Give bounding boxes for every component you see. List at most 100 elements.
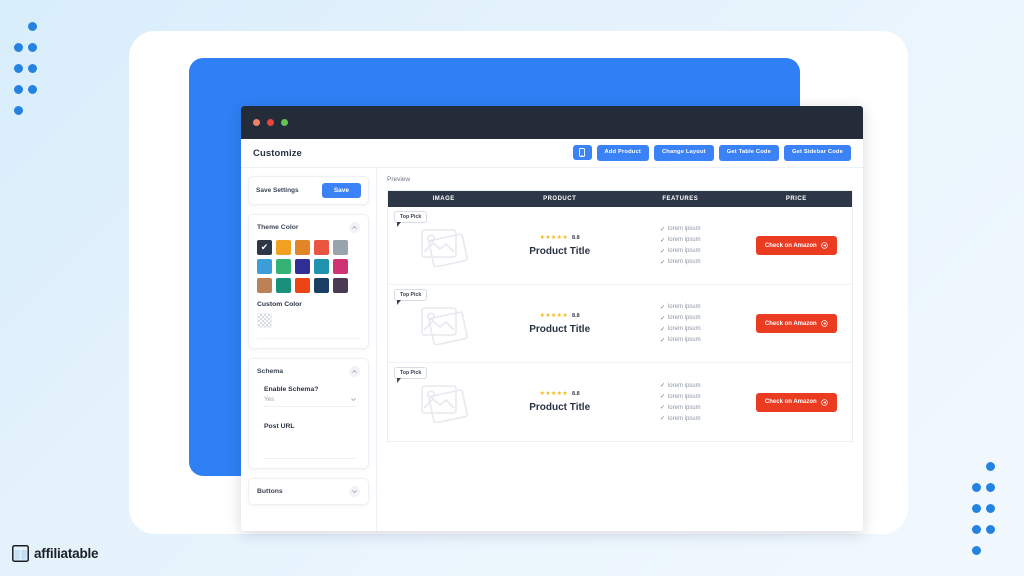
- app-toolbar: Customize Add Product Change Layout Get …: [241, 139, 863, 168]
- theme-swatch-6[interactable]: [276, 259, 291, 274]
- custom-color-swatch[interactable]: [257, 313, 272, 328]
- check-on-amazon-button[interactable]: Check on Amazon: [755, 392, 837, 412]
- theme-swatch-0[interactable]: ✔: [257, 240, 272, 255]
- close-icon[interactable]: [253, 119, 260, 126]
- check-icon: ✓: [659, 237, 665, 244]
- logo-text: affiliatable: [34, 546, 99, 561]
- table-row: Top Pick ★★★★★ 8.8 Product Title ✓ lorem…: [388, 363, 852, 441]
- product-image-cell: [388, 225, 499, 267]
- rating: ★★★★★ 8.8: [540, 235, 580, 241]
- theme-swatch-5[interactable]: [257, 259, 272, 274]
- check-icon: ✓: [659, 226, 665, 233]
- check-on-amazon-button[interactable]: Check on Amazon: [755, 236, 837, 255]
- star-rating-icon: ★★★★★: [539, 234, 569, 241]
- product-info-cell: ★★★★★ 8.8 Product Title: [499, 235, 620, 257]
- affiliatable-logo-icon: [12, 545, 29, 562]
- image-placeholder-icon: [420, 228, 468, 267]
- chevron-up-icon[interactable]: [349, 222, 360, 233]
- check-icon: ✓: [659, 416, 665, 422]
- top-pick-badge: Top Pick: [394, 211, 428, 227]
- buttons-section-header[interactable]: Buttons: [249, 479, 368, 504]
- column-header-features: FEATURES: [662, 196, 699, 202]
- feature-item: ✓ lorem ipsum: [660, 304, 701, 311]
- feature-list: ✓ lorem ipsum ✓ lorem ipsum ✓ lorem ipsu…: [659, 382, 701, 423]
- schema-header[interactable]: Schema: [249, 359, 368, 384]
- mobile-preview-button[interactable]: [572, 145, 592, 161]
- product-title: Product Title: [529, 323, 591, 335]
- theme-swatch-grid: ✔: [257, 240, 360, 293]
- feature-list: ✓ lorem ipsum ✓ lorem ipsum ✓ lorem ipsu…: [660, 226, 701, 266]
- minimize-icon[interactable]: [267, 119, 274, 126]
- feature-item: ✓ lorem ipsum: [660, 326, 701, 333]
- rating: ★★★★★ 8.8: [540, 391, 580, 397]
- chevron-up-icon[interactable]: [349, 366, 360, 377]
- star-rating-icon: ★★★★★: [539, 312, 569, 319]
- theme-swatch-4[interactable]: [333, 240, 348, 255]
- table-body: Top Pick ★★★★★ 8.8 Product Title ✓ lorem…: [388, 207, 852, 441]
- theme-color-header[interactable]: Theme Color: [249, 215, 368, 240]
- theme-swatch-14[interactable]: [333, 278, 348, 293]
- get-sidebar-code-button[interactable]: Get Sidebar Code: [783, 145, 851, 161]
- product-features-cell: ✓ lorem ipsum ✓ lorem ipsum ✓ lorem ipsu…: [620, 226, 741, 266]
- custom-color-label: Custom Color: [257, 301, 302, 308]
- enable-schema-select[interactable]: Yes: [264, 396, 356, 407]
- rating: ★★★★★ 8.8: [540, 313, 580, 319]
- column-header-image: IMAGE: [432, 196, 455, 202]
- get-table-code-button[interactable]: Get Table Code: [718, 145, 779, 161]
- theme-swatch-9[interactable]: [333, 259, 348, 274]
- check-icon: ✓: [659, 315, 665, 322]
- toolbar-actions: Add Product Change Layout Get Table Code…: [572, 145, 851, 161]
- brand-logo: affiliatable: [12, 545, 99, 562]
- check-icon: ✓: [659, 337, 665, 344]
- product-title: Product Title: [529, 402, 591, 413]
- column-header-product: PRODUCT: [543, 196, 577, 202]
- feature-label: lorem ipsum: [667, 259, 701, 265]
- page-title: Customize: [253, 147, 302, 159]
- theme-color-body: ✔ Custom Color: [249, 240, 368, 348]
- window-titlebar: [241, 106, 863, 139]
- product-info-cell: ★★★★★ 8.8 Product Title: [499, 391, 620, 413]
- theme-swatch-8[interactable]: [314, 259, 329, 274]
- theme-swatch-13[interactable]: [314, 278, 329, 293]
- theme-swatch-1[interactable]: [276, 240, 291, 255]
- check-icon: ✓: [659, 394, 665, 400]
- feature-label: lorem ipsum: [667, 404, 701, 411]
- feature-label: lorem ipsum: [667, 337, 701, 343]
- theme-swatch-2[interactable]: [295, 240, 310, 255]
- theme-swatch-3[interactable]: [314, 240, 329, 255]
- image-placeholder-icon: [420, 306, 468, 345]
- change-layout-button[interactable]: Change Layout: [653, 145, 714, 161]
- product-title: Product Title: [529, 245, 591, 257]
- decorative-dots-right: [972, 462, 1000, 567]
- check-icon: ✓: [659, 326, 665, 333]
- post-url-input[interactable]: [264, 439, 356, 459]
- settings-sidebar: Save Settings Save Theme Color ✔ Custom …: [241, 168, 376, 531]
- buttons-section-title: Buttons: [257, 488, 283, 495]
- external-link-icon: [820, 242, 828, 249]
- product-image-cell: [388, 303, 499, 345]
- theme-swatch-10[interactable]: [257, 278, 272, 293]
- preview-pane: Preview IMAGE PRODUCT FEATURES PRICE Top…: [376, 168, 863, 531]
- external-link-icon: [820, 320, 828, 327]
- maximize-icon[interactable]: [281, 119, 288, 126]
- product-features-cell: ✓ lorem ipsum ✓ lorem ipsum ✓ lorem ipsu…: [620, 304, 741, 344]
- save-button[interactable]: Save: [321, 183, 361, 198]
- app-window: Customize Add Product Change Layout Get …: [241, 106, 863, 531]
- save-settings-row: Save Settings Save: [249, 177, 368, 204]
- theme-swatch-7[interactable]: [295, 259, 310, 274]
- product-price-cell: Check on Amazon: [741, 314, 852, 333]
- product-table: IMAGE PRODUCT FEATURES PRICE Top Pick ★★…: [387, 190, 853, 442]
- schema-card: Schema Enable Schema? Yes Post URL: [248, 358, 369, 469]
- product-info-cell: ★★★★★ 8.8 Product Title: [499, 313, 620, 335]
- chevron-down-icon[interactable]: [349, 486, 360, 497]
- theme-swatch-12[interactable]: [295, 278, 310, 293]
- custom-color-area: [257, 313, 360, 339]
- app-body: Save Settings Save Theme Color ✔ Custom …: [241, 168, 863, 531]
- check-icon: ✔: [260, 242, 269, 252]
- top-pick-badge: Top Pick: [394, 367, 428, 383]
- decorative-dots-left: [14, 22, 42, 127]
- theme-swatch-11[interactable]: [276, 278, 291, 293]
- check-on-amazon-button[interactable]: Check on Amazon: [755, 314, 837, 333]
- add-product-button[interactable]: Add Product: [596, 145, 649, 161]
- rating-value: 8.8: [572, 312, 580, 319]
